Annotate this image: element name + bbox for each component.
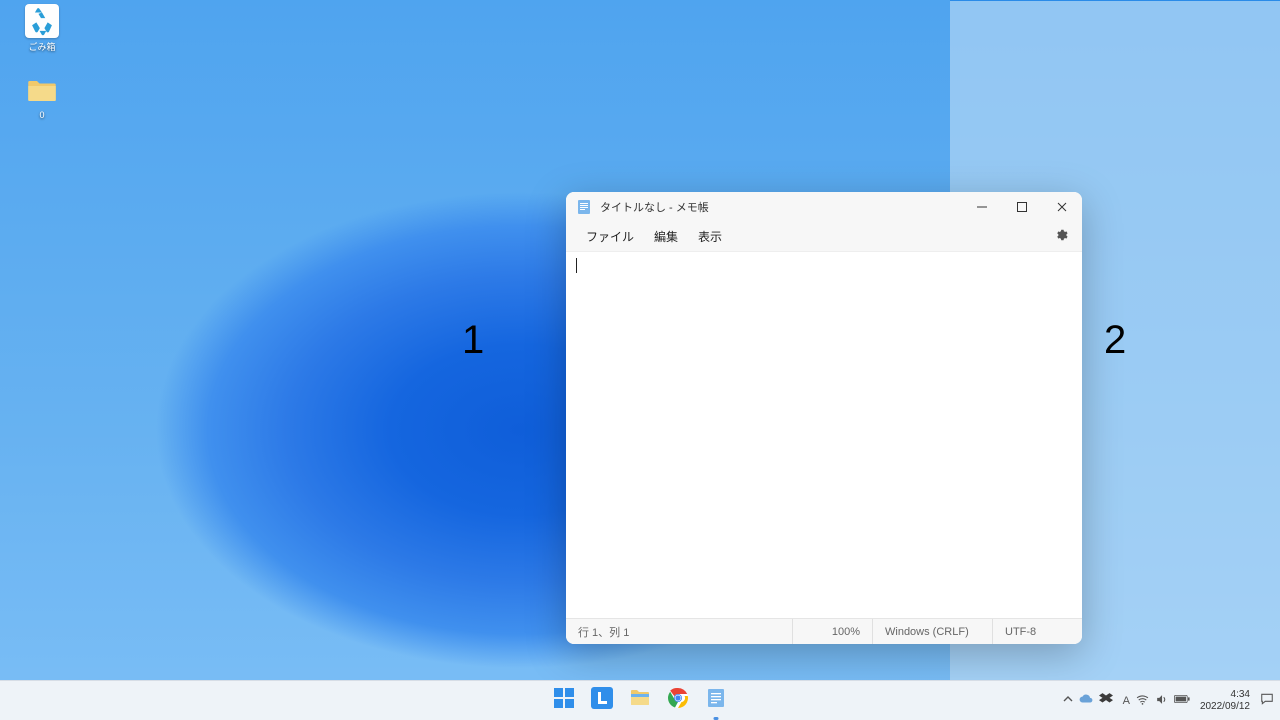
notepad-app-icon <box>576 199 592 215</box>
recycle-bin-label: ごみ箱 <box>28 42 55 52</box>
notepad-title: タイトルなし - メモ帳 <box>600 199 709 215</box>
tray-overflow[interactable] <box>1063 692 1113 709</box>
menu-file[interactable]: ファイル <box>576 224 644 249</box>
notepad-statusbar: 行 1、列 1 100% Windows (CRLF) UTF-8 <box>566 618 1082 644</box>
chrome-icon <box>667 687 689 714</box>
chevron-up-icon <box>1063 694 1073 707</box>
desktop-icon-folder[interactable]: 0 <box>10 74 74 120</box>
onedrive-icon[interactable] <box>1079 692 1093 709</box>
dropbox-icon[interactable] <box>1099 692 1113 709</box>
folder-label: 0 <box>39 110 44 120</box>
minimize-button[interactable] <box>962 192 1002 222</box>
notepad-menubar: ファイル 編集 表示 <box>566 222 1082 252</box>
snap-zone-left-label: 1 <box>462 318 484 363</box>
taskbar-time: 4:34 <box>1200 689 1250 701</box>
snap-zone-right-label: 2 <box>1104 318 1126 363</box>
letter-l-icon <box>591 687 613 714</box>
tray-status[interactable]: A <box>1123 693 1190 709</box>
notepad-icon <box>705 687 727 714</box>
notification-icon <box>1260 692 1274 709</box>
status-cursor-position: 行 1、列 1 <box>566 619 792 644</box>
status-encoding: UTF-8 <box>992 619 1082 644</box>
file-explorer-icon <box>629 687 651 714</box>
notification-center-button[interactable] <box>1260 694 1274 708</box>
volume-icon[interactable] <box>1155 693 1168 709</box>
battery-icon[interactable] <box>1174 694 1190 707</box>
close-button[interactable] <box>1042 192 1082 222</box>
taskbar-clock[interactable]: 4:34 2022/09/12 <box>1200 689 1250 712</box>
menu-view[interactable]: 表示 <box>688 224 732 249</box>
notepad-window[interactable]: タイトルなし - メモ帳 ファイル 編集 表示 <box>566 192 1082 644</box>
notepad-text-area[interactable] <box>566 252 1082 618</box>
taskbar-file-explorer[interactable] <box>624 685 656 717</box>
settings-button[interactable] <box>1050 228 1072 245</box>
text-caret <box>576 258 577 273</box>
status-zoom: 100% <box>792 619 872 644</box>
notepad-titlebar[interactable]: タイトルなし - メモ帳 <box>566 192 1082 222</box>
taskbar-app-l[interactable] <box>586 685 618 717</box>
windows-logo-icon <box>553 687 575 714</box>
desktop[interactable]: 1 2 ごみ箱 0 タイトルなし - メモ帳 <box>0 0 1280 720</box>
menu-edit[interactable]: 編集 <box>644 224 688 249</box>
wifi-icon[interactable] <box>1136 693 1149 709</box>
maximize-button[interactable] <box>1002 192 1042 222</box>
gear-icon <box>1054 231 1068 245</box>
folder-icon <box>25 74 59 108</box>
taskbar-notepad[interactable] <box>700 685 732 717</box>
taskbar-chrome[interactable] <box>662 685 694 717</box>
ime-icon[interactable]: A <box>1123 695 1130 707</box>
status-line-ending: Windows (CRLF) <box>872 619 992 644</box>
recycle-bin-icon <box>25 4 59 38</box>
taskbar-tray: A 4:34 2022/09/12 <box>1063 681 1274 720</box>
desktop-icon-recycle-bin[interactable]: ごみ箱 <box>10 4 74 53</box>
start-button[interactable] <box>548 685 580 717</box>
taskbar[interactable]: A 4:34 2022/09/12 <box>0 680 1280 720</box>
taskbar-pinned <box>548 681 732 720</box>
taskbar-date: 2022/09/12 <box>1200 701 1250 713</box>
